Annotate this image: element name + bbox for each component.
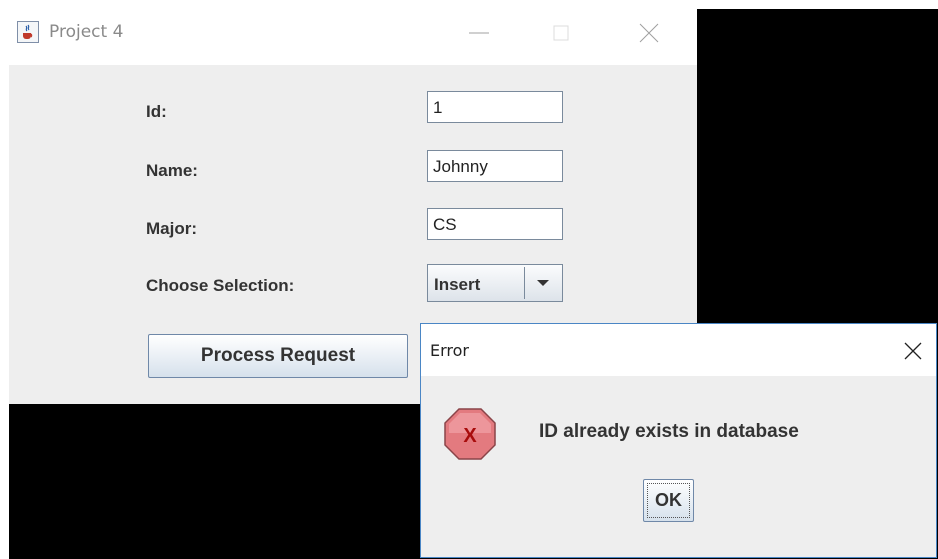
dialog-title: Error bbox=[430, 341, 469, 360]
major-field[interactable]: CS bbox=[427, 208, 563, 240]
dialog-close-button[interactable] bbox=[899, 338, 927, 364]
maximize-icon bbox=[553, 25, 569, 41]
name-label: Name: bbox=[146, 161, 198, 180]
combo-dropdown-button[interactable] bbox=[524, 267, 561, 299]
name-field[interactable]: Johnny bbox=[427, 150, 563, 182]
process-request-button[interactable]: Process Request bbox=[148, 334, 408, 378]
selection-value: Insert bbox=[434, 275, 481, 294]
error-x-icon: X bbox=[443, 407, 497, 466]
minimize-button[interactable] bbox=[459, 19, 499, 47]
minimize-icon bbox=[469, 32, 489, 34]
major-label: Major: bbox=[146, 219, 197, 238]
title-bar: Project 4 bbox=[9, 9, 697, 65]
id-field[interactable]: 1 bbox=[427, 91, 563, 123]
selection-combobox[interactable]: Insert bbox=[427, 264, 563, 302]
close-button[interactable] bbox=[629, 19, 669, 47]
ok-button[interactable]: OK bbox=[643, 479, 694, 522]
id-label: Id: bbox=[146, 102, 167, 121]
selection-label: Choose Selection: bbox=[146, 276, 295, 295]
java-cup-icon bbox=[17, 21, 39, 43]
chevron-down-icon bbox=[537, 280, 549, 286]
dialog-title-bar: Error bbox=[421, 324, 936, 376]
close-icon bbox=[904, 342, 922, 360]
svg-text:X: X bbox=[463, 425, 477, 447]
close-icon bbox=[639, 23, 659, 43]
window-title: Project 4 bbox=[49, 22, 124, 42]
error-message: ID already exists in database bbox=[539, 421, 799, 442]
maximize-button[interactable] bbox=[541, 19, 581, 47]
error-dialog: Error X ID already exists in database OK bbox=[420, 323, 937, 558]
